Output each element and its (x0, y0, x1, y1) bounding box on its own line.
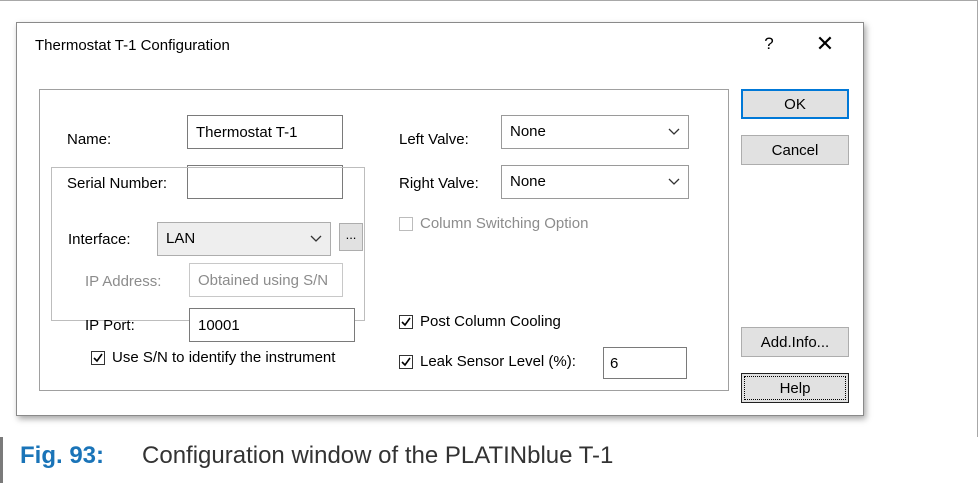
help-button[interactable]: Help (741, 373, 849, 403)
checkbox-checked-icon (91, 350, 105, 365)
checkbox-checked-icon (399, 354, 413, 369)
dialog-title: Thermostat T-1 Configuration (35, 37, 230, 54)
add-info-button[interactable]: Add.Info... (741, 327, 849, 357)
column-switching-checkbox: Column Switching Option (399, 215, 588, 232)
use-sn-checkbox[interactable]: Use S/N to identify the instrument (91, 349, 335, 366)
post-column-cooling-checkbox[interactable]: Post Column Cooling (399, 313, 561, 330)
help-question-icon[interactable]: ? (751, 29, 787, 59)
ip-address-label: IP Address: (85, 273, 162, 290)
chevron-down-icon (668, 128, 680, 135)
ip-port-input[interactable] (189, 308, 355, 342)
left-valve-value: None (510, 123, 546, 140)
close-icon[interactable]: ✕ (807, 29, 843, 59)
interface-select-value: LAN (166, 230, 196, 247)
leak-sensor-checkbox[interactable]: Leak Sensor Level (%): (399, 353, 576, 370)
interface-label: Interface: (65, 231, 134, 248)
figure-caption-text: Configuration window of the PLATINblue T… (142, 442, 614, 469)
checkbox-unchecked-icon (399, 216, 413, 231)
name-label: Name: (67, 131, 112, 148)
cancel-button[interactable]: Cancel (741, 135, 849, 165)
caption-rule (0, 437, 3, 483)
interface-browse-button[interactable]: ... (339, 223, 363, 251)
right-valve-label: Right Valve: (399, 175, 479, 192)
left-valve-label: Left Valve: (399, 131, 469, 148)
right-valve-select[interactable]: None (501, 165, 689, 199)
chevron-down-icon (310, 235, 322, 242)
leak-sensor-input[interactable] (603, 347, 687, 379)
config-dialog: Thermostat T-1 Configuration ? ✕ Name: S… (16, 22, 864, 416)
post-column-cooling-label: Post Column Cooling (420, 313, 561, 330)
ok-button[interactable]: OK (741, 89, 849, 119)
leak-sensor-label: Leak Sensor Level (%): (420, 353, 576, 370)
right-valve-value: None (510, 173, 546, 190)
ip-port-label: IP Port: (85, 317, 135, 334)
checkbox-checked-icon (399, 314, 413, 329)
figure-number: Fig. 93: (20, 442, 105, 469)
interface-select[interactable]: LAN (157, 222, 331, 256)
left-valve-select[interactable]: None (501, 115, 689, 149)
use-sn-label: Use S/N to identify the instrument (112, 349, 336, 366)
column-switching-label: Column Switching Option (420, 215, 589, 232)
name-input[interactable] (187, 115, 343, 149)
ip-address-input (189, 263, 343, 297)
chevron-down-icon (668, 178, 680, 185)
figure-caption: Fig. 93: Configuration window of the PLAT… (20, 442, 613, 470)
